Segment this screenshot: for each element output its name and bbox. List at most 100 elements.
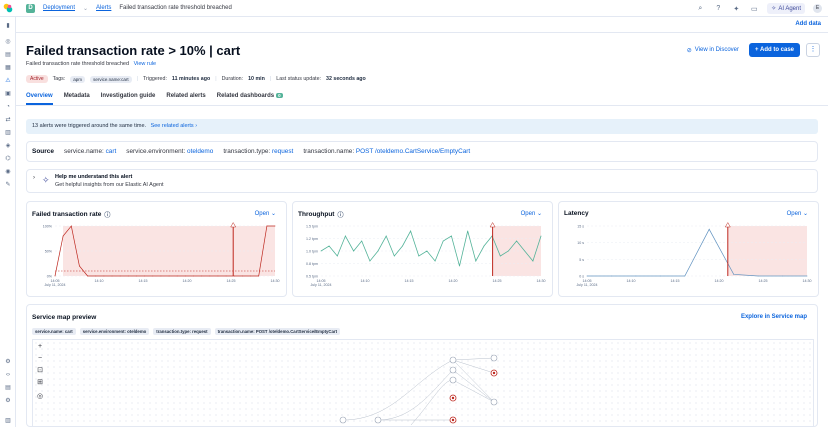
ai-help-accordion[interactable]: › ✧ Help me understand this alert Get he… xyxy=(26,169,818,193)
data-point xyxy=(532,260,534,262)
settings-icon[interactable]: ⚙ xyxy=(4,358,12,366)
service-map-graph xyxy=(339,354,498,426)
top-bar: D Deployment ⌄ Alerts Failed transaction… xyxy=(0,0,828,17)
service-node[interactable] xyxy=(490,398,498,406)
tab-investigation-guide[interactable]: Investigation guide xyxy=(101,93,156,105)
x-tick-label: 14:10 xyxy=(361,279,370,283)
service-node[interactable] xyxy=(449,366,457,374)
open-chart-button[interactable]: Open ⌄ xyxy=(787,210,808,217)
filter-tag[interactable]: service.environment: oteldemo xyxy=(79,328,150,335)
explore-service-map-link[interactable]: Explore in Service map xyxy=(741,314,807,320)
collapse-sidebar-icon[interactable]: ▥ xyxy=(4,417,12,425)
infrastructure-icon[interactable]: ▥ xyxy=(4,129,12,137)
data-point xyxy=(345,235,346,237)
open-chart-button[interactable]: Open ⌄ xyxy=(255,210,276,217)
data-point xyxy=(258,275,260,277)
triggered-value: 11 minutes ago xyxy=(171,76,211,82)
chevron-right-icon: › xyxy=(33,175,35,181)
stack-management-icon[interactable]: ▤ xyxy=(4,384,12,392)
ml-icon[interactable]: ⌬ xyxy=(4,155,12,163)
service-node[interactable] xyxy=(449,376,457,384)
space-avatar[interactable]: D xyxy=(26,3,35,13)
dashboards-icon[interactable]: ▦ xyxy=(4,64,12,72)
y-tick-label: 0.5 tpm xyxy=(306,275,318,279)
tab-overview[interactable]: Overview xyxy=(26,93,53,105)
service-map-canvas[interactable]: + − ⊡ ⊞ ◎ xyxy=(32,339,814,427)
chart-title: Failed transaction rate xyxy=(32,211,102,218)
x-tick-label: 14:15 xyxy=(671,279,680,283)
filter-tag[interactable]: transaction.type: request xyxy=(153,328,211,335)
breadcrumb-deployment[interactable]: Deployment xyxy=(43,5,75,11)
data-point xyxy=(201,275,203,277)
add-to-case-button[interactable]: + Add to case xyxy=(749,43,800,57)
ai-agent-button[interactable]: ✧ AI Agent xyxy=(767,3,805,14)
cases-icon[interactable]: ▣ xyxy=(4,90,12,98)
open-chart-button[interactable]: Open ⌄ xyxy=(521,210,542,217)
data-point xyxy=(111,275,113,277)
service-node-alert[interactable] xyxy=(449,394,457,402)
breadcrumb-alerts[interactable]: Alerts xyxy=(96,5,111,11)
tab-related-dashboards-label: Related dashboards xyxy=(216,93,275,99)
tab-metadata[interactable]: Metadata xyxy=(64,93,90,105)
add-data-link[interactable]: Add data xyxy=(795,21,821,27)
alert-marker-icon xyxy=(489,222,496,228)
service-node-alert[interactable] xyxy=(490,369,498,377)
overview-icon[interactable]: ◎ xyxy=(4,38,12,46)
data-point xyxy=(62,235,64,237)
discover-icon[interactable]: ▤ xyxy=(4,51,12,59)
integrations-icon[interactable]: ⚙ xyxy=(4,397,12,405)
observability-icon[interactable]: ▮ xyxy=(4,22,12,30)
data-point xyxy=(144,275,146,277)
field-value-link[interactable]: cart xyxy=(106,148,117,155)
view-rule-link[interactable]: View rule xyxy=(134,61,157,67)
alert-meta: Active Tags: apm service.name:cart | Tri… xyxy=(26,75,366,83)
view-in-discover-button[interactable]: ⊘ View in Discover xyxy=(683,44,743,57)
service-node[interactable] xyxy=(449,356,457,364)
slo-icon[interactable]: ◔ xyxy=(4,103,12,111)
callout-text: 13 alerts were triggered around the same… xyxy=(32,123,147,129)
synthetics-icon[interactable]: ◈ xyxy=(4,142,12,150)
y-tick-label: 1.5 tpm xyxy=(306,225,318,229)
open-label: Open xyxy=(254,211,270,217)
data-point xyxy=(217,275,219,277)
breadcrumb: Deployment ⌄ Alerts Failed transaction r… xyxy=(43,5,232,12)
service-node[interactable] xyxy=(339,416,347,424)
help-icon[interactable]: ? xyxy=(713,4,723,14)
alerts-icon[interactable]: ⚠ xyxy=(4,77,12,85)
field-value-link[interactable]: request xyxy=(272,148,293,155)
service-node[interactable] xyxy=(490,354,498,362)
filter-tag[interactable]: transaction.name: POST /oteldemo.CartSer… xyxy=(214,328,341,335)
y-tick-label: 5 s xyxy=(579,258,584,262)
more-actions-button[interactable]: ⋮ xyxy=(806,43,820,57)
tab-count-badge: 0 xyxy=(276,93,283,98)
data-point xyxy=(475,260,477,262)
tag-service-name[interactable]: service.name:cart xyxy=(90,75,132,83)
avatar[interactable]: E xyxy=(813,4,822,13)
search-icon[interactable]: ⌕ xyxy=(695,4,705,14)
dev-tools-icon[interactable]: ‹› xyxy=(4,371,12,379)
tab-related-dashboards[interactable]: Related dashboards 0 xyxy=(217,93,283,105)
data-point xyxy=(540,235,542,237)
see-related-alerts-link[interactable]: See related alerts xyxy=(151,123,194,129)
data-point xyxy=(266,225,268,227)
source-field-environment: service.environment: oteldemo xyxy=(126,148,213,155)
elastic-logo[interactable] xyxy=(0,0,16,16)
tools-icon[interactable]: ✎ xyxy=(4,181,12,189)
tag-apm[interactable]: apm xyxy=(70,75,86,83)
service-node[interactable] xyxy=(374,416,382,424)
news-icon[interactable]: ✦ xyxy=(731,4,741,14)
apm-icon[interactable]: ⇄ xyxy=(4,116,12,124)
triggered-label: Triggered: xyxy=(142,76,167,82)
data-icon[interactable]: ◉ xyxy=(4,168,12,176)
data-point xyxy=(418,255,420,257)
tab-related-alerts[interactable]: Related alerts xyxy=(166,93,205,105)
service-node-alert[interactable] xyxy=(449,416,457,424)
chat-icon[interactable]: ▭ xyxy=(749,4,759,14)
y-tick-label: 0.8 tpm xyxy=(306,262,318,266)
field-value-link[interactable]: POST /oteldemo.CartService/EmptyCart xyxy=(356,148,470,155)
filter-tag[interactable]: service.name: cart xyxy=(32,328,76,335)
field-value-link[interactable]: oteldemo xyxy=(187,148,213,155)
data-point xyxy=(103,275,105,277)
x-tick-label: July 11, 2024 xyxy=(576,283,597,287)
field-key: service.environment: xyxy=(126,148,186,155)
